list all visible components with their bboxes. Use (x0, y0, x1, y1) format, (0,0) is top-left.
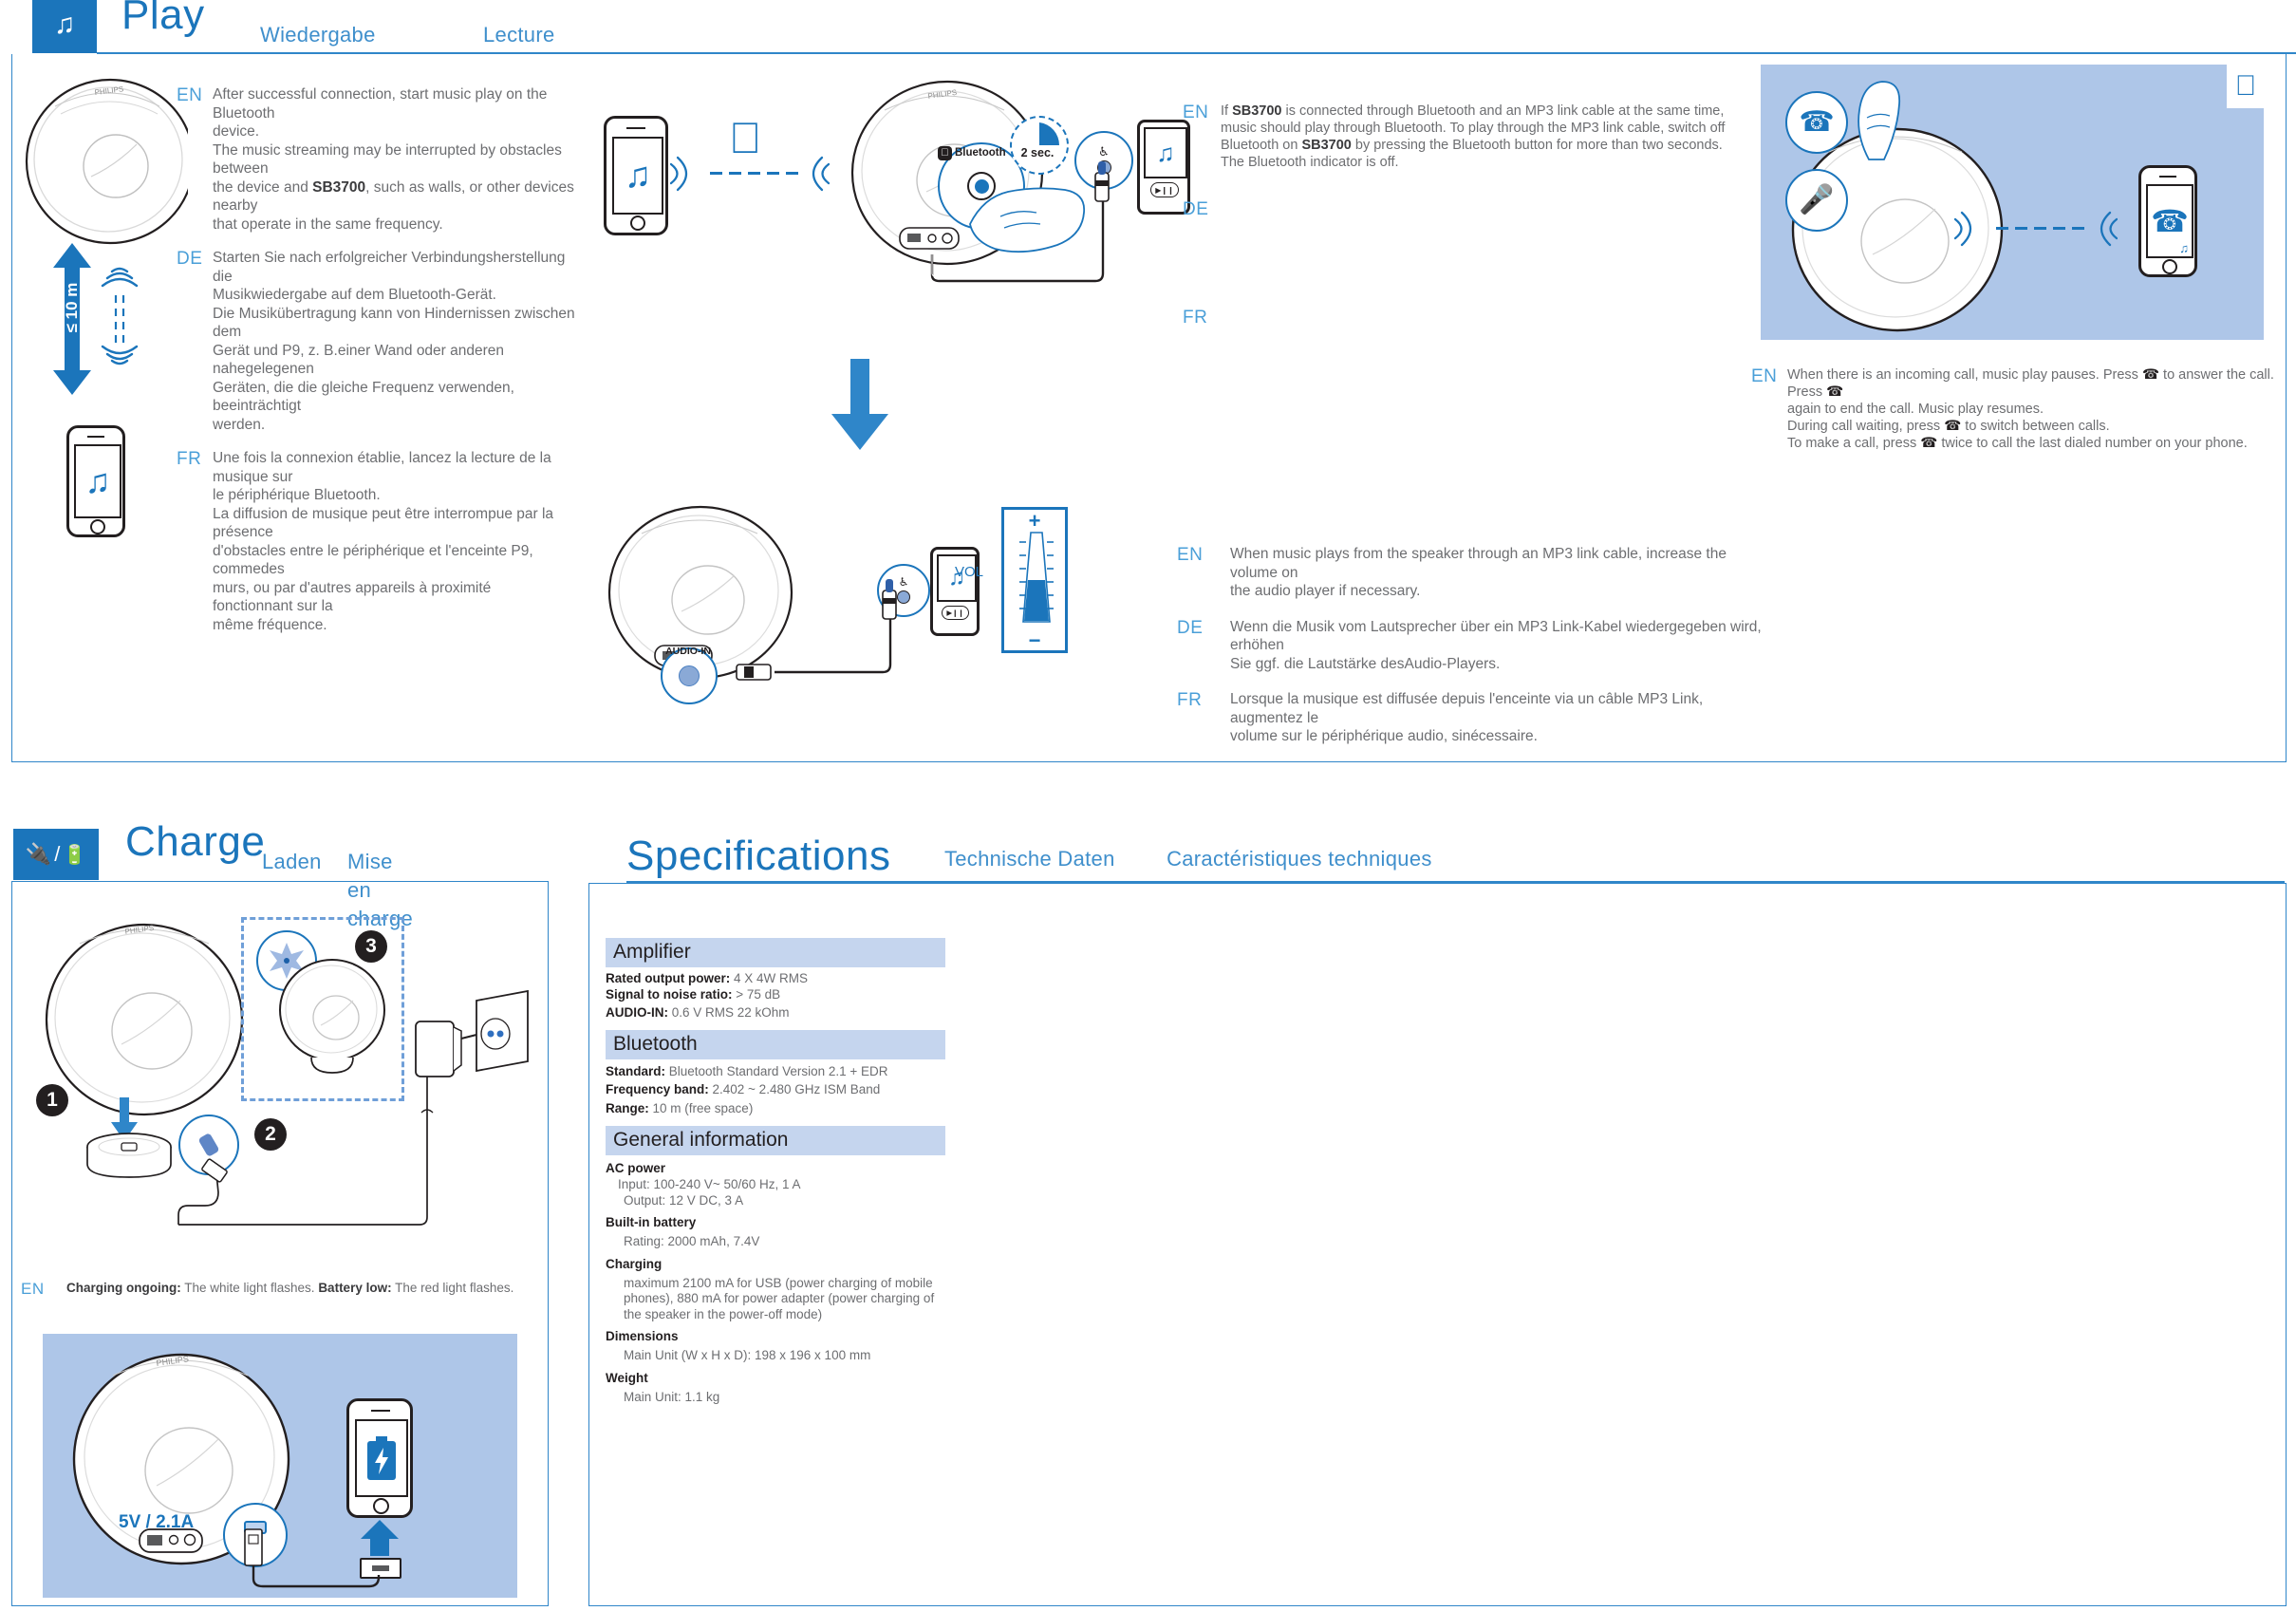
wave-right-icon (1954, 211, 1972, 247)
spec-row: Rating: 2000 mAh, 7.4V (624, 1234, 760, 1248)
specifications-body: Amplifier Rated output power: 4 X 4W RMS… (606, 938, 966, 1405)
phone-handset-icon: ☎ (1799, 106, 1835, 138)
text-block-volume: EN When music plays from the speaker thr… (1177, 545, 1765, 746)
lang-label-en: EN (1183, 103, 1209, 122)
illustration-bt-pairing: ♫  (596, 103, 871, 254)
illustration-bt-button: PHILIPS  Bluetooth 2 sec. ♿ (845, 78, 1196, 315)
spec-row: Standard: Bluetooth Standard Version 2.1… (606, 1063, 888, 1078)
charging-note-text: Charging ongoing: The white light flashe… (66, 1281, 514, 1295)
music-note-icon: ♫ (2179, 241, 2189, 255)
streaming-de-text: Starten Sie nach erfolgreicher Verbindun… (213, 250, 575, 433)
finger-press-icon (1857, 81, 1901, 160)
illustration-charge-dock: PHILIPS 1 2 3 (21, 896, 533, 1228)
plug-icon: 🔌 (25, 842, 52, 866)
spec-row: maximum 2100 mA for USB (power charging … (624, 1275, 933, 1290)
microphone-icon: 🎤 (1799, 184, 1835, 215)
charge-cables (177, 1077, 434, 1226)
lang-label-fr: FR (1177, 690, 1203, 710)
spec-row: Signal to noise ratio: > 75 dB (606, 986, 781, 1002)
music-note-icon: ♫ (624, 156, 652, 196)
battery-icon: 🔋 (63, 844, 87, 866)
usb-cable (244, 1528, 381, 1588)
streaming-en-text: After successful connection, start music… (213, 86, 574, 233)
spec-row: the speaker in the power-off mode) (624, 1306, 823, 1321)
spec-group-heading-bluetooth: Bluetooth (606, 1029, 945, 1059)
spec-row: Output: 12 V DC, 3 A (624, 1192, 744, 1208)
spec-subheading: AC power (606, 1161, 666, 1175)
lang-label-de: DE (1183, 199, 1209, 219)
range-label: ≤ 10 m (63, 282, 81, 333)
spec-subheading: Built-in battery (606, 1215, 697, 1229)
phone-handset-icon: ☎ (2151, 204, 2189, 238)
vol-minus-label: − (1028, 628, 1041, 652)
lang-label-fr: FR (177, 449, 202, 469)
bluetooth-icon:  (729, 116, 762, 159)
volume-en-text: When music plays from the speaker throug… (1230, 546, 1727, 599)
specifications-header: Specifications Technische Daten Caractér… (626, 835, 1432, 877)
lang-label-de: DE (177, 249, 203, 269)
wave-left-icon (2100, 211, 2118, 247)
volume-callout-box: + − (1001, 507, 1068, 653)
mp3-priority-en-text: If SB3700 is connected through Bluetooth… (1221, 103, 1726, 170)
specifications-subtitle-fr: Caractéristiques techniques (1167, 847, 1432, 871)
specifications-title: Specifications (626, 833, 891, 879)
lang-label-de: DE (1177, 617, 1204, 638)
streaming-fr-text: Une fois la connexion établie, lancez la… (213, 450, 554, 633)
spec-subheading: Weight (606, 1370, 648, 1385)
lang-label-en: EN (21, 1280, 45, 1298)
calls-en-text: When there is an incoming call, music pl… (1787, 367, 2274, 451)
signal-waves-icon (101, 267, 139, 365)
spec-row: AUDIO-IN: 0.6 V RMS 22 kOhm (606, 1005, 790, 1020)
microphone-callout: 🎤 (1785, 169, 1848, 232)
lang-label-fr: FR (1183, 308, 1208, 328)
call-illustration-panel: ☎ 🎤 ☎ ♫ (1761, 65, 2264, 340)
wave-right-icon (670, 156, 688, 192)
volume-fr-text: Lorsque la musique est diffusée depuis l… (1230, 691, 1704, 744)
phone-music-illustration: ♫ (66, 425, 125, 537)
phone-call-illustration: ☎ ♫ (2138, 165, 2197, 277)
lang-label-en: EN (1177, 545, 1204, 565)
usb-charging-panel: PHILIPS 5V / 2.1A ⎈ (43, 1334, 517, 1598)
specifications-subtitle-de: Technische Daten (943, 847, 1115, 871)
spec-row: Input: 100-240 V~ 50/60 Hz, 1 A (618, 1177, 801, 1191)
text-block-streaming: EN After successful connection, start mu… (177, 85, 575, 634)
text-block-calls: EN When there is an incoming call, music… (1751, 366, 2296, 452)
plug-battery-icon: 🔌 / 🔋 (13, 829, 99, 880)
spec-row: Rated output power: 4 X 4W RMS (606, 971, 809, 985)
play-title: Play (121, 0, 205, 38)
spec-subheading: Dimensions (606, 1329, 679, 1343)
play-subtitle-de: Wiedergabe (260, 23, 376, 47)
spec-row: Range: 10 m (free space) (606, 1100, 754, 1115)
spec-row: Main Unit: 1.1 kg (624, 1389, 720, 1404)
call-dash-link (1996, 227, 2084, 230)
charging-note: EN Charging ongoing: The white light fla… (21, 1280, 533, 1299)
volume-de-text: Wenn die Musik vom Lautsprecher über ein… (1230, 618, 1762, 672)
music-note-icon: ♫ (84, 461, 111, 500)
spec-group-heading-general: General information (606, 1126, 945, 1155)
spec-row: Frequency band: 2.402 ~ 2.480 GHz ISM Ba… (606, 1082, 881, 1096)
charge-title: Charge (125, 818, 266, 865)
flow-down-arrow (831, 359, 888, 450)
bluetooth-icon:  (2227, 65, 2265, 108)
spec-row: Main Unit (W x H x D): 198 x 196 x 100 m… (624, 1348, 871, 1362)
answer-call-callout: ☎ (1785, 91, 1848, 154)
vol-plus-label: + (1028, 509, 1041, 533)
mp3-link-cable (930, 161, 1110, 283)
charge-subtitle-de: Laden (262, 850, 322, 873)
spec-subheading: Charging (606, 1256, 663, 1271)
speaker-illustration: PHILIPS (25, 78, 188, 245)
spec-row: phones), 880 mA for power adapter (power… (624, 1291, 935, 1305)
wave-left-icon (812, 156, 830, 192)
music-note-icon: ♫ (32, 0, 97, 53)
illustration-range: PHILIPS ≤ 10 m ♫ (17, 74, 188, 558)
lang-label-en: EN (177, 85, 203, 105)
vol-label: VOL (955, 564, 984, 580)
play-subtitle-fr: Lecture (483, 23, 555, 47)
lang-label-en: EN (1751, 366, 1778, 386)
text-block-mp3-priority: EN If SB3700 is connected through Blueto… (1183, 103, 1762, 328)
range-arrow: ≤ 10 m (53, 243, 91, 395)
spec-group-heading-amplifier: Amplifier (606, 938, 945, 967)
